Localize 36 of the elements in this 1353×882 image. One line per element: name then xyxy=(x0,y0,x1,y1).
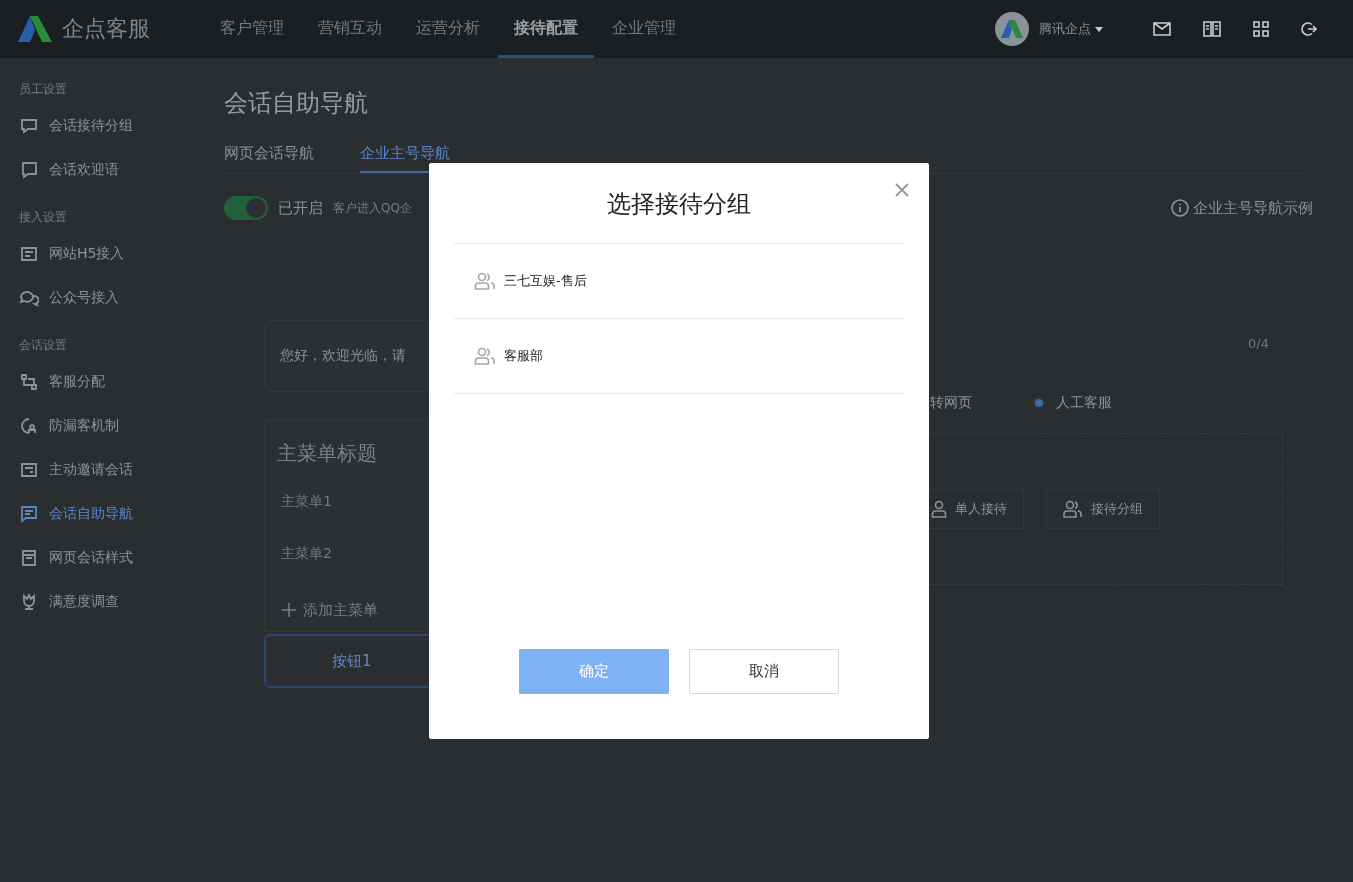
add-menu-link[interactable]: 添加主菜单 xyxy=(277,593,686,627)
description-text: 客户进入QQ企 xyxy=(333,199,412,217)
reception-button[interactable]: 接待分组 xyxy=(1046,489,1160,529)
sidebar-item[interactable]: 网站H5接入 xyxy=(0,232,200,276)
sidebar-item[interactable]: 防漏客机制 xyxy=(0,404,200,448)
option-label: 转网页 xyxy=(930,394,972,412)
option-label: 人工客服 xyxy=(1056,394,1112,412)
menu-title: 主菜单标题 xyxy=(277,440,378,467)
dialog-title: 选择接待分组 xyxy=(606,189,752,220)
sidebar-item[interactable]: 主动邀请会话 xyxy=(0,448,200,492)
nav-tab[interactable]: 企业管理 xyxy=(596,0,692,58)
section-heading: 员工设置 xyxy=(18,81,68,98)
nav-tab[interactable]: 客户管理 xyxy=(204,0,300,58)
cancel-button[interactable]: 取消 xyxy=(689,649,839,694)
toggle-label: 已开启 xyxy=(278,198,323,218)
page-title: 会话自助导航 xyxy=(224,88,369,119)
sidebar-item[interactable]: 客服分配 xyxy=(0,360,200,404)
section-heading: 接入设置 xyxy=(18,209,68,226)
sidebar-item[interactable]: 会话欢迎语 xyxy=(0,148,200,192)
nav-tab[interactable]: 接待配置 xyxy=(498,0,594,58)
character-counter: 0/4 xyxy=(1247,336,1269,353)
logo-text: 企点客服 xyxy=(62,15,150,43)
section-heading: 会话设置 xyxy=(18,337,68,354)
example-link[interactable]: 企业主号导航示例 xyxy=(1171,198,1313,218)
greeting-text: 您好，欢迎光临，请 xyxy=(280,347,406,365)
sidebar-item[interactable]: 会话接待分组 xyxy=(0,104,200,148)
tab[interactable]: 网页会话导航 xyxy=(224,144,314,173)
sidebar-item[interactable]: 网页会话样式 xyxy=(0,536,200,580)
sidebar-item[interactable]: 公众号接入 xyxy=(0,276,200,320)
account-menu[interactable]: 腾讯企点 xyxy=(1039,20,1091,38)
sidebar-item[interactable]: 会话自助导航 xyxy=(0,492,200,536)
group-item[interactable]: 客服部 xyxy=(454,319,904,394)
group-item[interactable]: 三七互娱-售后 xyxy=(454,244,904,319)
sidebar-item[interactable]: 满意度调查 xyxy=(0,580,200,624)
nav-tab[interactable]: 营销互动 xyxy=(302,0,398,58)
nav-tab[interactable]: 运营分析 xyxy=(400,0,496,58)
